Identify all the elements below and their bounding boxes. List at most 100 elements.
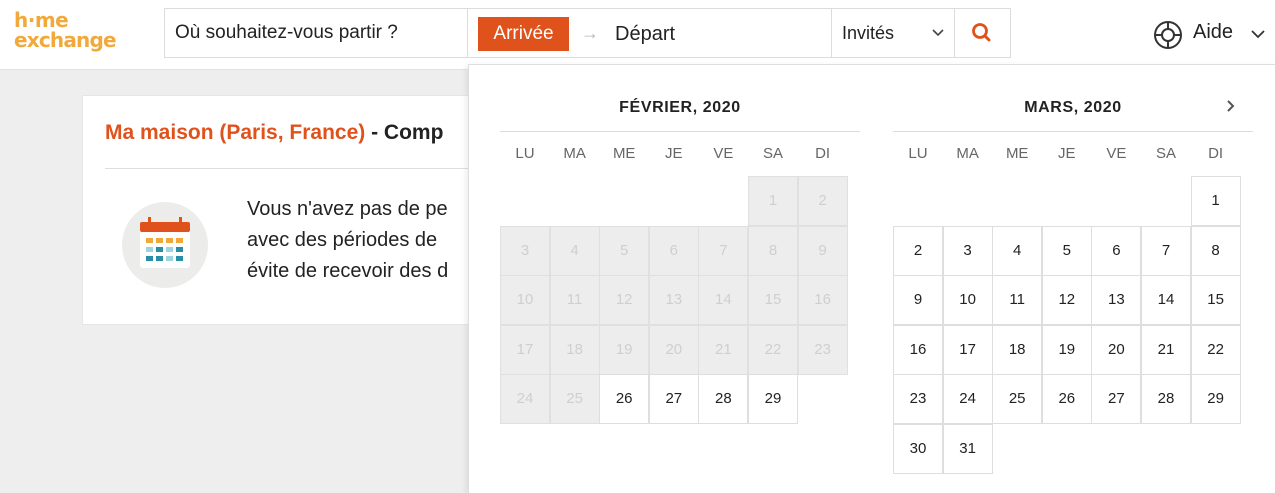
- calendar-day[interactable]: 9: [893, 275, 943, 326]
- guests-select[interactable]: Invités: [831, 9, 955, 57]
- top-header: h·me exchange Où souhaitez-vous partir ?…: [0, 0, 1275, 70]
- departure-date-field[interactable]: Départ: [615, 9, 675, 57]
- calendar-day[interactable]: 17: [942, 324, 993, 375]
- calendar-day[interactable]: 28: [1141, 374, 1191, 425]
- calendar-day: 1: [748, 176, 798, 226]
- weekday-label: SA: [762, 145, 783, 162]
- calendar-day[interactable]: 18: [992, 324, 1043, 375]
- calendar-day: 8: [748, 225, 798, 276]
- calendar-day: 21: [698, 324, 749, 375]
- calendar-day: 25: [549, 374, 600, 425]
- calendar-day: 20: [648, 324, 699, 375]
- calendar-illustration-icon: [122, 202, 208, 288]
- month-divider: [500, 131, 860, 132]
- card-divider: [105, 168, 525, 169]
- calendar-day[interactable]: 28: [698, 374, 749, 425]
- calendar-day: 14: [698, 275, 749, 326]
- calendar-day[interactable]: 20: [1091, 324, 1142, 375]
- weekday-label: ME: [1005, 145, 1029, 162]
- calendar-day[interactable]: 30: [893, 424, 943, 474]
- weekday-label: SA: [1155, 145, 1176, 162]
- calendar-day[interactable]: 29: [1190, 374, 1241, 425]
- logo-line-1: h·me: [14, 8, 69, 32]
- calendar-day[interactable]: 19: [1041, 324, 1092, 375]
- card-text-line: avec des périodes de: [247, 229, 438, 251]
- weekday-label: JE: [665, 145, 683, 162]
- calendar-day: 19: [599, 324, 650, 375]
- calendar-day[interactable]: 24: [942, 374, 993, 425]
- calendar-day[interactable]: 6: [1091, 225, 1142, 276]
- calendar-day: 9: [797, 225, 848, 276]
- calendar-day[interactable]: 13: [1091, 275, 1142, 326]
- calendar-day[interactable]: 8: [1190, 225, 1241, 276]
- calendar-day: 16: [797, 275, 848, 326]
- search-icon: [972, 23, 991, 42]
- arrival-date-field[interactable]: Arrivée: [478, 17, 569, 51]
- calendar-day: 4: [549, 225, 600, 276]
- card-title-rest: - Comp: [365, 121, 444, 144]
- calendar-day[interactable]: 27: [1091, 374, 1142, 425]
- search-button[interactable]: [955, 9, 1010, 57]
- calendar-day: 5: [599, 225, 650, 276]
- destination-input[interactable]: Où souhaitez-vous partir ?: [165, 9, 468, 57]
- calendar-day[interactable]: 5: [1041, 225, 1092, 276]
- date-picker-dropdown: FÉVRIER, 2020 LU MA ME JE VE SA DI 1 2 3 4 5 6 7 8 9 10…: [468, 64, 1275, 493]
- month-divider: [893, 131, 1253, 132]
- calendar-day[interactable]: 10: [942, 275, 993, 326]
- home-title-link[interactable]: Ma maison (Paris, France): [105, 121, 365, 144]
- homeexchange-logo[interactable]: h·me exchange: [14, 10, 142, 58]
- calendar-day[interactable]: 4: [992, 225, 1043, 276]
- calendar-day[interactable]: 3: [942, 225, 993, 276]
- calendar-day: 10: [500, 275, 550, 326]
- calendar-day: 12: [599, 275, 650, 326]
- calendar-day: 22: [748, 324, 798, 375]
- calendar-day[interactable]: 26: [599, 374, 650, 425]
- calendar-day[interactable]: 1: [1190, 176, 1241, 226]
- calendar-day: 6: [648, 225, 699, 276]
- weekday-label: MA: [563, 145, 586, 162]
- logo-line-2: exchange: [14, 28, 117, 52]
- day-grid: 1 2 3 4 5 6 7 8 9 10 11 12 13 14 15 16 17 18 19 20 21 22 23 24 2…: [893, 176, 1243, 476]
- weekday-label: JE: [1058, 145, 1076, 162]
- chevron-down-icon: [1251, 30, 1265, 39]
- calendar-day[interactable]: 11: [992, 275, 1043, 326]
- calendar-day[interactable]: 26: [1041, 374, 1092, 425]
- calendar-day: 2: [797, 176, 848, 226]
- calendar-day[interactable]: 16: [893, 324, 943, 375]
- calendar-day[interactable]: 31: [942, 424, 993, 474]
- lifebuoy-icon: [1154, 21, 1182, 49]
- weekday-header: LU MA ME JE VE SA DI: [500, 145, 860, 165]
- calendar-day: 7: [698, 225, 749, 276]
- help-label: Aide: [1193, 21, 1234, 43]
- calendar-day[interactable]: 27: [648, 374, 699, 425]
- calendar-day: 15: [748, 275, 798, 326]
- calendar-day: 13: [648, 275, 699, 326]
- next-month-button[interactable]: [1223, 95, 1239, 117]
- calendar-day[interactable]: 12: [1041, 275, 1092, 326]
- weekday-label: DI: [815, 145, 831, 162]
- month-title: MARS, 2020: [1024, 99, 1122, 116]
- calendar-day[interactable]: 25: [992, 374, 1043, 425]
- calendar-day[interactable]: 7: [1141, 225, 1191, 276]
- calendar-day: 17: [500, 324, 550, 375]
- calendar-day[interactable]: 14: [1141, 275, 1191, 326]
- calendar-day: 11: [549, 275, 600, 326]
- card-title: Ma maison (Paris, France) - Comp: [105, 121, 443, 145]
- calendar-day: 18: [549, 324, 600, 375]
- arrow-right-icon: →: [581, 23, 599, 43]
- calendar-day[interactable]: 22: [1190, 324, 1241, 375]
- search-bar: Où souhaitez-vous partir ? Arrivée → Dép…: [164, 8, 1011, 58]
- calendar-day[interactable]: 21: [1141, 324, 1191, 375]
- weekday-label: LU: [908, 145, 928, 162]
- weekday-label: VE: [713, 145, 734, 162]
- weekday-label: MA: [956, 145, 979, 162]
- calendar-day[interactable]: 29: [748, 374, 798, 425]
- calendar-day: 24: [500, 374, 550, 425]
- calendar-day[interactable]: 2: [893, 225, 943, 276]
- weekday-label: LU: [515, 145, 535, 162]
- calendar-day[interactable]: 23: [893, 374, 943, 425]
- weekday-header: LU MA ME JE VE SA DI: [893, 145, 1253, 165]
- card-description: Vous n'avez pas de pe avec des périodes …: [247, 194, 448, 287]
- guests-label: Invités: [842, 23, 895, 43]
- calendar-day[interactable]: 15: [1190, 275, 1241, 326]
